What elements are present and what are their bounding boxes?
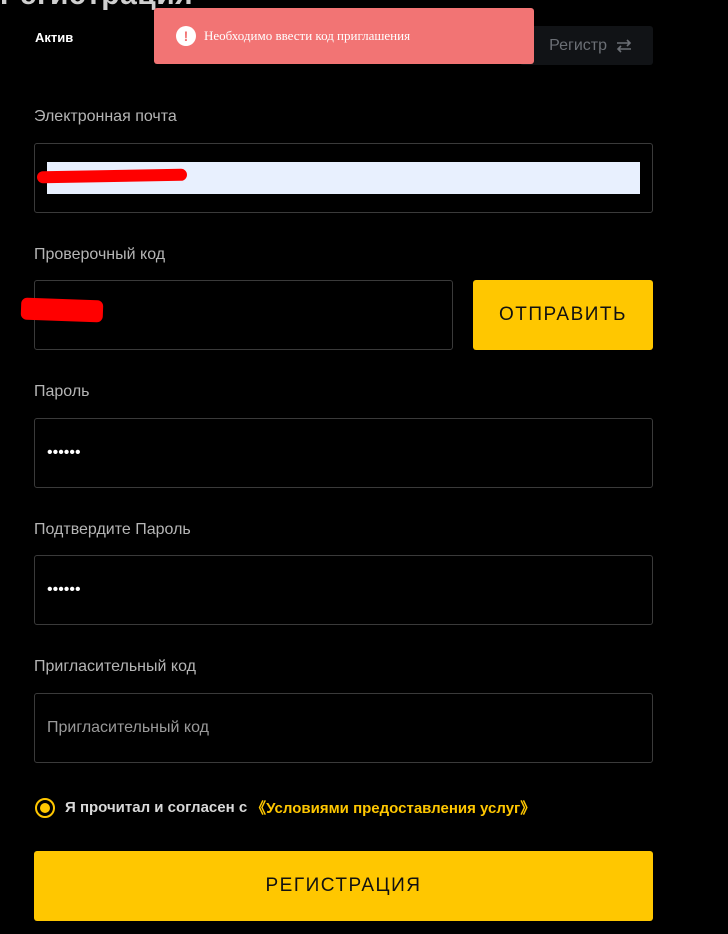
confirm-password-field[interactable]	[34, 555, 653, 625]
email-input[interactable]	[35, 144, 652, 212]
switch-register-label: Регистр	[549, 36, 607, 54]
verification-code-field[interactable]	[20, 280, 453, 350]
register-button[interactable]: РЕГИСТРАЦИЯ	[34, 851, 653, 921]
exclamation-icon: !	[176, 26, 196, 46]
password-label: Пароль	[34, 383, 90, 400]
invite-code-input[interactable]	[35, 694, 652, 762]
switch-register-button[interactable]: Регистр	[520, 26, 653, 65]
terms-link[interactable]: 《Условиями предоставления услуг》	[251, 797, 535, 818]
verification-code-label: Проверочный код	[34, 246, 166, 263]
email-field[interactable]	[34, 143, 653, 213]
send-code-button[interactable]: ОТПРАВИТЬ	[473, 280, 653, 350]
registration-page: Регистрация Актив Регистр ! Необходимо в…	[0, 0, 728, 934]
swap-arrows-icon	[616, 38, 632, 53]
agreement-row: Я прочитал и согласен с 《Условиями предо…	[35, 797, 535, 818]
confirm-password-input[interactable]	[35, 556, 652, 624]
invite-code-label: Пригласительный код	[34, 658, 196, 675]
agreement-text: Я прочитал и согласен с	[65, 799, 248, 816]
toast-message: Необходимо ввести код приглашения	[204, 28, 411, 43]
tab-active[interactable]: Актив	[35, 30, 73, 45]
email-label: Электронная почта	[34, 108, 177, 125]
invite-code-field[interactable]	[34, 693, 653, 763]
agreement-radio-dot	[40, 802, 50, 813]
error-toast: ! Необходимо ввести код приглашения	[154, 8, 534, 64]
password-input[interactable]	[35, 419, 652, 487]
agreement-radio[interactable]	[35, 797, 55, 818]
verification-code-input[interactable]	[35, 281, 452, 349]
confirm-password-label: Подтвердите Пароль	[34, 521, 191, 538]
password-field[interactable]	[34, 418, 653, 488]
